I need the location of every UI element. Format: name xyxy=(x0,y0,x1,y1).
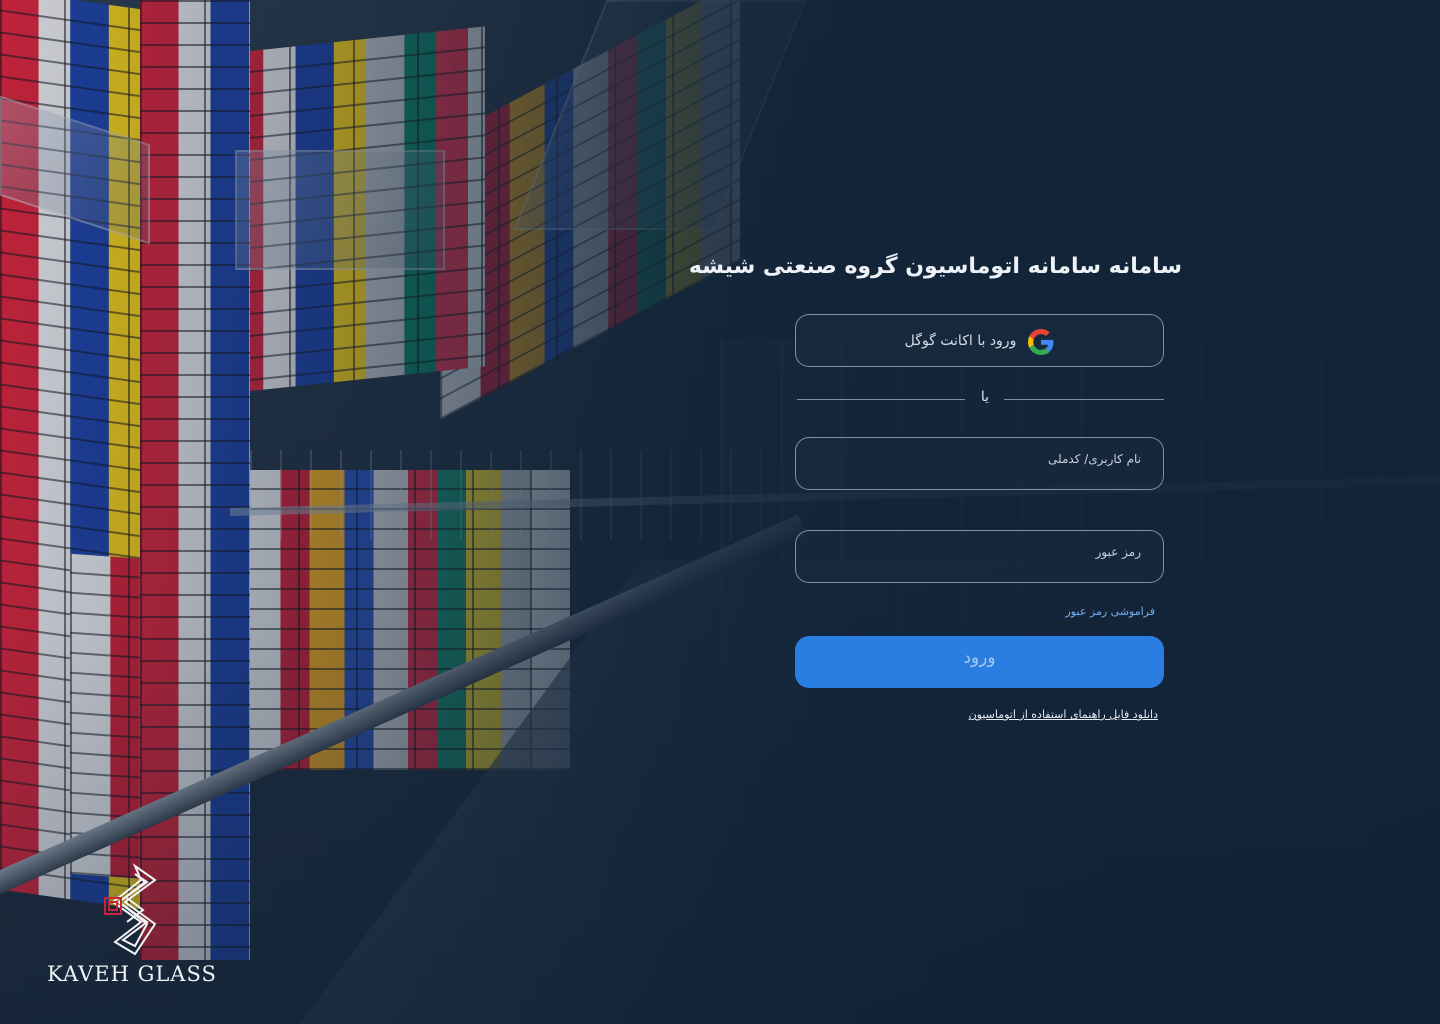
google-login-button[interactable]: ورود با اکانت گوگل xyxy=(795,314,1164,367)
forgot-password-link[interactable]: فراموشی رمز عبور xyxy=(1066,605,1156,618)
or-divider: یا xyxy=(797,389,1164,411)
google-login-label: ورود با اکانت گوگل xyxy=(904,332,1017,349)
password-input[interactable] xyxy=(796,531,1163,582)
background-photo xyxy=(0,0,1440,1024)
brand-name: KAVEH GLASS xyxy=(47,962,217,986)
google-icon xyxy=(1028,329,1054,355)
page-title: سامانه سامانه اتوماسیون گروه صنعتی شیشه xyxy=(688,254,1182,279)
password-field-wrapper xyxy=(795,530,1164,583)
brand-logo: KAVEH GLASS xyxy=(47,862,216,986)
username-field-wrapper xyxy=(795,437,1164,490)
username-input[interactable] xyxy=(796,438,1163,489)
divider-label: یا xyxy=(980,389,990,405)
login-submit-button[interactable]: ورود xyxy=(795,636,1164,688)
login-panel: سامانه سامانه اتوماسیون گروه صنعتی شیشه … xyxy=(689,0,1190,1024)
download-manual-link[interactable]: دانلود فایل راهنمای استفاده از اتوماسیون xyxy=(969,708,1158,721)
divider-line-right xyxy=(1004,399,1164,400)
kaveh-glass-logo-icon xyxy=(104,863,157,956)
divider-line-left xyxy=(797,399,965,400)
